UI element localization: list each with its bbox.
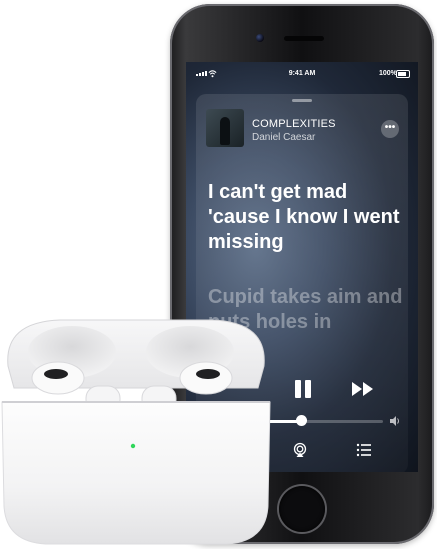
album-artwork[interactable]: [206, 109, 244, 147]
song-title: COMPLEXITIES: [252, 118, 336, 130]
queue-icon: [356, 443, 371, 457]
forward-icon: [352, 382, 373, 396]
battery-percent: 100%: [379, 70, 397, 77]
pause-icon: [305, 380, 311, 398]
lyric-current-line[interactable]: I can't get mad 'cause I know I went mis…: [208, 180, 408, 255]
queue-button[interactable]: [356, 443, 372, 457]
more-button[interactable]: •••: [381, 120, 399, 138]
pause-icon: [295, 380, 301, 398]
airplay-button[interactable]: [292, 442, 308, 458]
front-camera: [256, 34, 264, 42]
status-bar: 9:41 AM 100%: [186, 62, 418, 84]
airpods-case: [1, 319, 271, 545]
volume-icon: [390, 416, 399, 426]
song-artist[interactable]: Daniel Caesar: [252, 132, 315, 143]
earpiece-speaker: [284, 36, 324, 41]
pause-button[interactable]: [292, 378, 314, 400]
progress-knob[interactable]: [296, 415, 307, 426]
battery-icon: [396, 70, 410, 78]
status-light: [130, 443, 136, 449]
forward-button[interactable]: [351, 380, 375, 398]
home-button[interactable]: [279, 486, 325, 532]
sheet-grabber[interactable]: [292, 99, 312, 102]
